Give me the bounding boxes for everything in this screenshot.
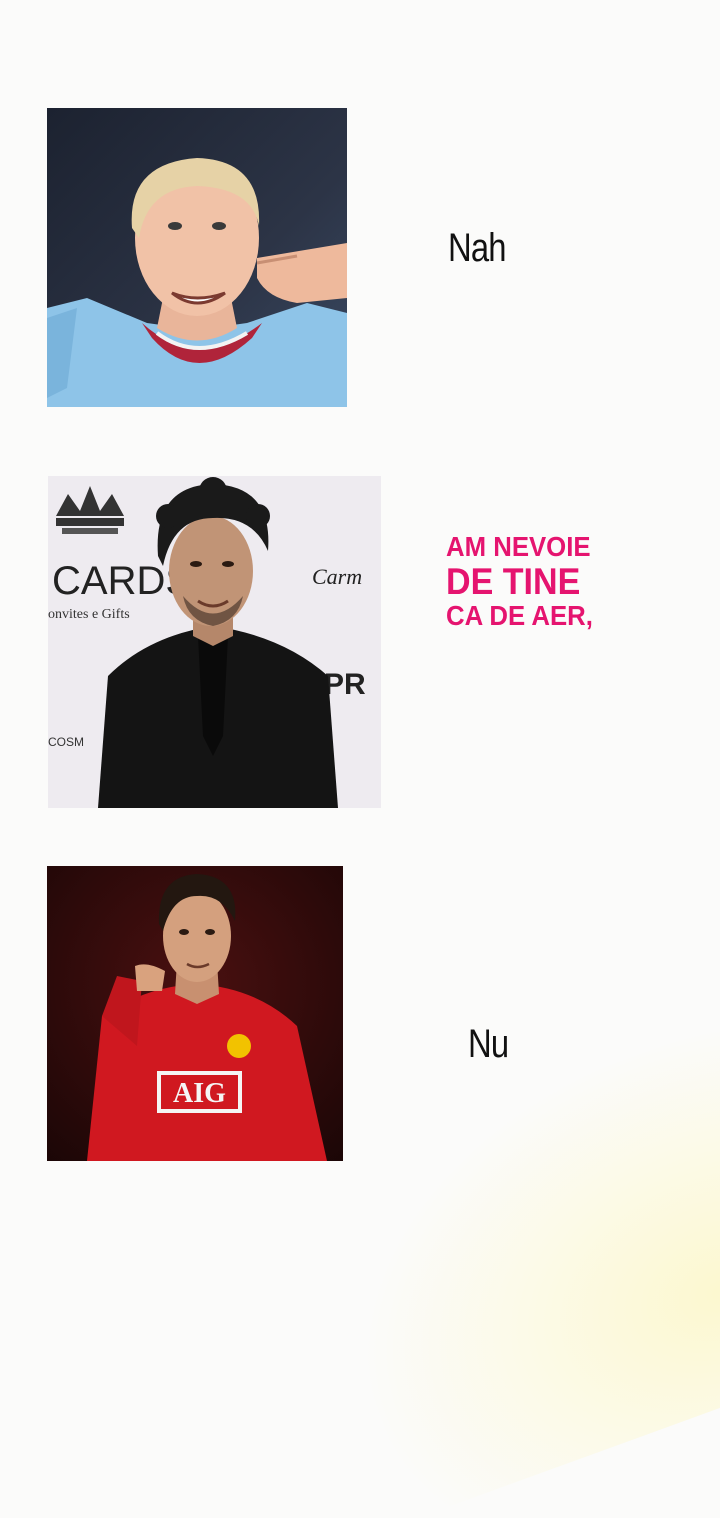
caption-nah: Nah: [448, 226, 507, 270]
backdrop-cosm-text: COSM: [48, 735, 84, 749]
background-glow: [294, 1001, 720, 1518]
backdrop-carm-text: Carm: [312, 564, 362, 589]
jersey-sponsor-text: AIG: [173, 1078, 226, 1109]
backdrop-pr-text: PR: [324, 668, 366, 701]
caption-line-1: AM NEVOIE: [446, 531, 591, 562]
photo-blond-player: [47, 108, 347, 407]
caption-line-2: DE TINE: [446, 561, 581, 602]
photo-red-jersey-player: AIG: [47, 866, 343, 1161]
backdrop-gifts-text: onvites e Gifts: [48, 607, 130, 622]
photo-curly-hair-player: CARDS onvites e Gifts Carm PR COSM: [48, 476, 381, 808]
caption-line-3: CA DE AER,: [446, 600, 593, 631]
caption-nu: Nu: [468, 1022, 509, 1066]
romantic-caption: AM NEVOIE DE TINE CA DE AER,: [446, 533, 593, 630]
